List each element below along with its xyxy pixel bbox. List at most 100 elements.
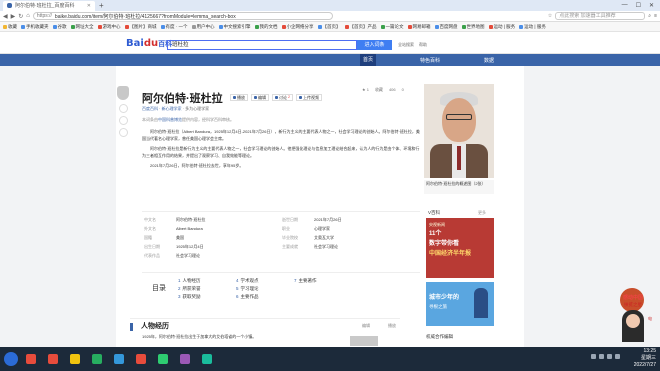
nav-featured[interactable]: 特色百科 [420,57,440,64]
bookmark-icon [191,24,196,29]
taskbar-app-icon[interactable] [44,351,62,367]
system-tray-icons[interactable] [591,354,620,359]
info-key: 逝世日期 [282,217,298,222]
section-text: 1925年，阿尔伯特·班杜拉出生于加拿大的艾伯塔省的一个小镇。 [142,334,257,339]
clock[interactable]: 13:25 星期三 2022/7/27 [634,348,656,369]
tab-title: 阿尔伯特·班杜拉_百度百科 [15,3,75,9]
baike-nav-strip: 首页 特色百科 数据 [0,54,660,66]
menu-icon[interactable]: ≡ [654,13,657,19]
bookmark-item[interactable]: 运动 | 服务 [519,24,546,30]
bookmark-item[interactable]: 游戏中心 [97,24,121,30]
toc-item[interactable]: 2 所获荣誉 [178,285,201,292]
bookmark-icon [407,24,412,29]
bookmark-item[interactable]: 【首页】产品 [344,24,377,30]
bookmark-item[interactable]: 网易邮箱 [407,24,431,30]
back-icon[interactable]: ◀ [3,13,8,20]
taskbar-app-icon[interactable] [154,351,172,367]
summary-paragraph: 2021年7月26日，阿尔伯特·班杜拉去世，享年95岁。 [150,163,244,168]
address-search-input[interactable]: 点此搜索 加速器工具推荐 [555,12,646,20]
bookmark-item[interactable]: 世界地图 [461,24,485,30]
close-window-button[interactable]: ✕ [649,2,654,9]
discuss-button[interactable]: 讨论 2 [272,94,293,101]
forward-icon[interactable]: ▶ [11,13,16,20]
home-icon[interactable]: ⌂ [26,13,30,19]
breadcrumb-root[interactable]: 百度百科 [142,106,158,111]
toc-item[interactable]: 1 人物经历 [178,277,201,284]
enter-entry-button[interactable]: 进入词条 [357,40,392,50]
play-button[interactable]: 播放 [230,94,248,101]
bookmark-item[interactable]: 【图片】商城 [124,24,157,30]
edit-button[interactable]: 编辑 [251,94,269,101]
collect-button[interactable]: 收藏 [375,87,383,93]
v-more-link[interactable]: 更多 [478,210,486,216]
baidu-baike-logo[interactable]: Baidu百科 [126,38,172,49]
related-editors-heading: 权威合作编辑 [426,334,453,339]
bookmark-item[interactable]: 手机收藏夹 [21,24,49,30]
info-key: 国籍 [144,235,152,240]
bookmark-item[interactable]: 用户中心 [191,24,215,30]
photo-caption[interactable]: 阿尔伯特·班杜拉的概述图（2张） [424,180,494,194]
bookmark-icon [488,24,493,29]
portrait-photo[interactable] [424,84,494,178]
verified-shield-icon [117,86,129,100]
tab-close-icon[interactable]: ✕ [87,3,91,9]
minimize-button[interactable]: — [622,2,628,9]
report-icon[interactable] [119,128,128,137]
star-icon[interactable]: ☆ [548,13,552,19]
taskbar-app-icon[interactable] [88,351,106,367]
breadcrumb-category[interactable]: 新心理学家 [162,106,182,111]
windows-taskbar [0,347,660,371]
url-field[interactable]: https:// baike.baidu.com/item/阿尔伯特·班杜拉/4… [32,12,333,20]
taskbar-app-icon[interactable] [198,351,216,367]
bookmark-item[interactable]: 一篇论文 [380,24,404,30]
section-play-button[interactable]: 播放 [388,323,396,329]
bookmark-item[interactable]: 百度网盘 [434,24,458,30]
toc-item[interactable]: 7 主要著作 [294,277,317,284]
taskbar-app-icon[interactable] [132,351,150,367]
toc-item[interactable]: 5 学习理论 [236,285,259,292]
start-button[interactable] [4,352,18,366]
section-edit-button[interactable]: 编辑 [362,323,370,329]
video-card-economy[interactable]: 央视新闻 11个 数字带你看 中国经济半年报 [426,218,494,278]
toc-item[interactable]: 6 主要作品 [236,293,259,300]
taskbar-app-icon[interactable] [110,351,128,367]
toc-item[interactable]: 3 获取奖励 [178,293,201,300]
bookmark-item[interactable]: 网址大全 [70,24,94,30]
bookmark-item[interactable]: 收藏 [3,24,17,30]
bookmark-item[interactable]: 小企网络分享 [281,24,314,30]
info-value: 心理学家 [314,226,330,231]
like-icon[interactable] [119,116,128,125]
browser-tab[interactable]: 阿尔伯特·班杜拉_百度百科 ✕ [3,0,95,11]
bookmark-item[interactable]: 中文搜索引擎 [218,24,251,30]
source-link[interactable]: 中国科普博览 [158,117,182,122]
share-icon[interactable] [119,104,128,113]
section-image[interactable] [350,336,378,346]
bookmark-item[interactable]: 有度 · 一个 [160,24,188,30]
bookmark-item[interactable]: 我的文档 [254,24,278,30]
help-link[interactable]: 帮助 [419,42,427,48]
taskbar-app-icon[interactable] [176,351,194,367]
taskbar-app-icon[interactable] [22,351,40,367]
baike-search-input[interactable]: 班杜拉 [167,40,357,50]
upload-video-button[interactable]: 上传视频 [295,94,322,101]
view-count: 406 [388,87,396,92]
search-icon[interactable]: ⌕ [648,13,651,19]
bookmark-item[interactable]: 谷歌 [52,24,67,30]
bookmark-item[interactable]: 【首页】 [317,24,341,30]
like-count[interactable]: ★ 1 [362,87,369,93]
bookmarks-bar: 收藏 手机收藏夹 谷歌 网址大全 游戏中心 【图片】商城 有度 · 一个 用户中心 中文搜索引擎… [0,22,660,32]
nav-data[interactable]: 数据 [484,57,494,64]
section-title: 人物经历 [141,323,169,330]
new-tab-button[interactable]: + [99,1,104,10]
bookmark-icon [21,24,25,29]
info-row: 中文名 阿尔伯特·班杜拉 [144,216,205,223]
maximize-button[interactable]: ☐ [636,2,641,9]
taskbar-app-icon[interactable] [66,351,84,367]
refresh-icon[interactable]: ↻ [18,13,23,20]
bookmark-item[interactable]: 运动 | 服务 [488,24,515,30]
video-card-city-youth[interactable]: 城市少年的 寻根之旅 [426,282,494,326]
floating-promo[interactable]: 感动中国 扶贫之星 电 [608,288,658,346]
toc-item[interactable]: 4 学术观点 [236,277,259,284]
full-site-search-link[interactable]: 全站搜索 [398,42,414,48]
nav-home[interactable]: 首页 [360,54,377,66]
